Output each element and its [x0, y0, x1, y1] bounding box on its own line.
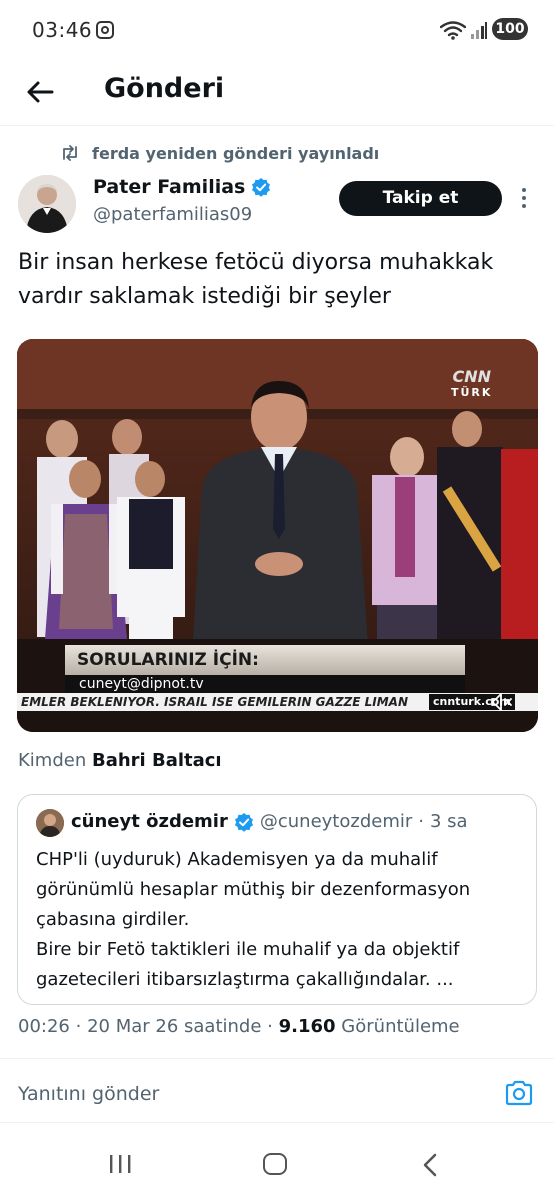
quote-text-line1: CHP'li (uyduruk) Akademisyen ya da muhal… — [36, 849, 471, 930]
back-arrow-icon[interactable] — [22, 74, 58, 110]
view-label: Görüntüleme — [341, 1016, 460, 1037]
status-time: 03:46 — [32, 18, 93, 42]
wifi-icon — [440, 21, 466, 40]
status-bar: 03:46 100 — [0, 0, 554, 60]
video-player[interactable]: CNN TÜRK SORULARINIZ İÇİN: cuneyt@dipnot… — [17, 339, 538, 732]
channel-logo-top: CNN — [452, 367, 491, 386]
post-text: Bir insan herkese fetöcü diyorsa muhakka… — [18, 250, 494, 309]
more-options-icon[interactable] — [517, 186, 531, 212]
tv-email: cuneyt@dipnot.tv — [65, 675, 465, 693]
top-header: Gönderi — [0, 60, 554, 126]
author-avatar[interactable] — [18, 175, 76, 233]
quote-separator: · — [418, 811, 424, 832]
instagram-notification-icon — [96, 21, 114, 39]
follow-button[interactable]: Takip et — [339, 181, 502, 216]
page-title: Gönderi — [104, 73, 225, 104]
verified-badge-icon — [234, 812, 253, 832]
signal-icon — [471, 22, 487, 39]
quote-time: 3 sa — [430, 811, 468, 832]
channel-logo: CNN TÜRK — [451, 369, 492, 401]
meta-separator: · — [267, 1016, 273, 1037]
view-count[interactable]: 9.160 — [279, 1016, 336, 1037]
quote-author-handle[interactable]: @cuneytozdemir — [260, 811, 412, 832]
source-prefix: Kimden — [18, 750, 87, 771]
quoted-post-card[interactable]: cüneyt özdemir @cuneytozdemir · 3 sa CHP… — [17, 794, 537, 1005]
author-handle[interactable]: @paterfamilias09 — [93, 204, 252, 225]
repost-indicator[interactable]: ferda yeniden gönderi yayınladı — [60, 142, 379, 164]
repost-icon — [63, 145, 77, 161]
quote-text: CHP'li (uyduruk) Akademisyen ya da muhal… — [36, 845, 532, 995]
recents-icon[interactable] — [108, 1154, 132, 1174]
quote-header: cüneyt özdemir @cuneytozdemir · 3 sa — [71, 811, 468, 832]
mute-icon[interactable] — [490, 691, 514, 713]
post-meta: 00:26 · 20 Mar 26 saatinde · 9.160 Görün… — [18, 1016, 460, 1037]
battery-indicator: 100 — [492, 18, 528, 40]
author-name[interactable]: Pater Familias — [93, 176, 245, 198]
source-name[interactable]: Bahri Baltacı — [92, 750, 222, 771]
reply-input[interactable]: Yanıtını gönder — [18, 1083, 159, 1105]
source-row: Kimden Bahri Baltacı — [18, 750, 222, 771]
meta-separator: · — [75, 1016, 82, 1037]
reply-bar: Yanıtını gönder — [0, 1059, 554, 1123]
author-name-row[interactable]: Pater Familias — [93, 176, 271, 198]
post-date: 20 Mar 26 saatinde — [87, 1016, 262, 1037]
quote-author-avatar[interactable] — [36, 809, 64, 837]
back-icon[interactable] — [420, 1153, 440, 1177]
quote-text-line2: Bire bir Fetö taktikleri ile muhalif ya … — [36, 939, 460, 990]
system-nav-bar — [0, 1123, 554, 1200]
quote-author-name[interactable]: cüneyt özdemir — [71, 811, 228, 832]
repost-text: ferda yeniden gönderi yayınladı — [92, 143, 380, 163]
verified-badge-icon — [252, 178, 271, 197]
post-time: 00:26 — [18, 1016, 70, 1037]
channel-logo-bottom: TÜRK — [451, 386, 493, 399]
camera-icon[interactable] — [504, 1079, 534, 1107]
home-icon[interactable] — [263, 1153, 287, 1175]
tv-caption: SORULARINIZ İÇİN: — [65, 645, 465, 675]
